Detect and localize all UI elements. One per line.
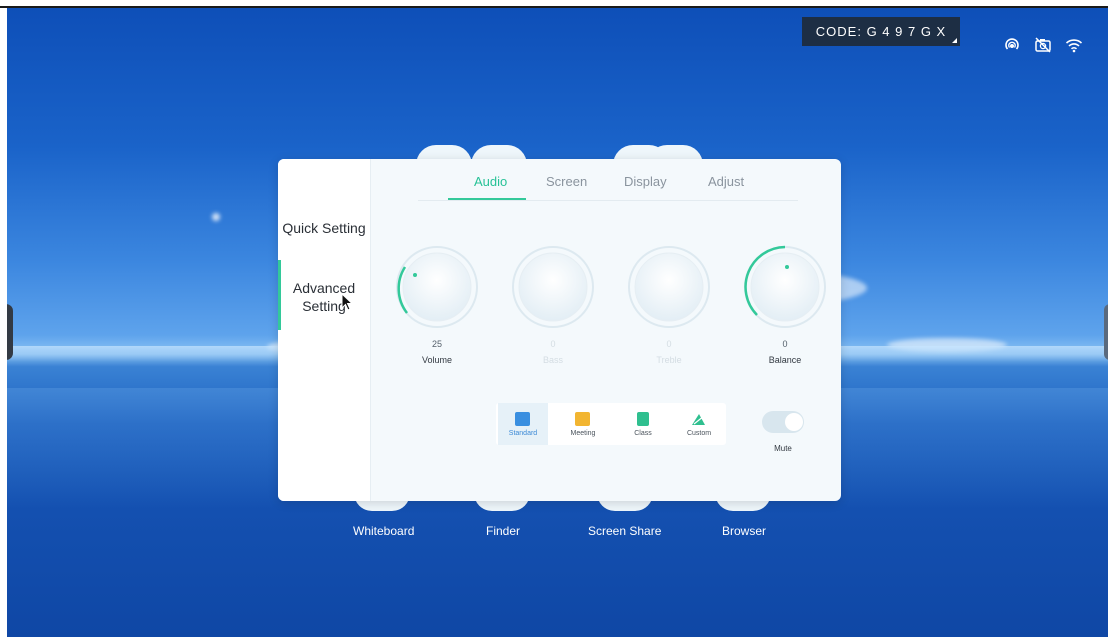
dock-item-label: Whiteboard: [353, 524, 415, 538]
treble-knob[interactable]: [627, 245, 711, 329]
sidebar-item-quick-setting[interactable]: Quick Setting: [278, 219, 370, 237]
mute-label: Mute: [774, 444, 792, 453]
volume-knob[interactable]: [395, 245, 479, 329]
settings-sidebar: Quick Setting Advanced Setting: [278, 159, 370, 501]
dock-item-browser[interactable]: Browser: [722, 524, 766, 538]
dock-item-label: Screen Share: [588, 524, 662, 538]
mode-label: Custom: [686, 430, 712, 437]
volume-label: Volume: [421, 355, 453, 365]
right-sidebar-handle[interactable]: [1104, 304, 1108, 360]
sidebar-item-label: Setting: [302, 298, 346, 314]
meeting-mode-icon: [575, 412, 590, 426]
mode-meeting[interactable]: Meeting: [558, 403, 608, 445]
mute-toggle[interactable]: [762, 411, 804, 433]
meeting-code-badge[interactable]: CODE: G 4 9 7 G X: [802, 17, 960, 46]
class-mode-icon: [637, 412, 649, 426]
mode-label: Meeting: [570, 430, 596, 437]
bass-value: 0: [550, 339, 556, 349]
sidebar-item-label: Quick Setting: [282, 220, 366, 236]
bass-knob[interactable]: [511, 245, 595, 329]
balance-label: Balance: [768, 355, 802, 365]
custom-mode-icon: [692, 414, 705, 425]
tab-display[interactable]: Display: [624, 174, 667, 189]
mode-class[interactable]: Class: [618, 403, 668, 445]
cloud: [212, 213, 220, 221]
left-sidebar-handle[interactable]: [7, 304, 13, 360]
hotspot-icon[interactable]: [1003, 36, 1021, 54]
standard-mode-icon: [515, 412, 530, 426]
treble-value: 0: [666, 339, 672, 349]
tab-adjust[interactable]: Adjust: [708, 174, 744, 189]
dock-item-label: Finder: [486, 524, 521, 538]
volume-value: 25: [431, 339, 442, 349]
bass-label: Bass: [542, 355, 563, 365]
tab-divider: [418, 200, 798, 201]
badge-corner-icon: [952, 38, 957, 43]
mode-label: Class: [634, 430, 652, 437]
desktop-background: CODE: G 4 9 7 G X Quick Setting Advanced…: [7, 8, 1108, 637]
mouse-cursor-icon: [341, 293, 353, 311]
toggle-knob: [785, 413, 803, 431]
balance-knob[interactable]: [743, 245, 827, 329]
sound-mode-selector: Standard Meeting Class Custom: [496, 403, 726, 445]
dock-item-label: Browser: [722, 524, 767, 538]
wifi-icon[interactable]: [1065, 36, 1083, 54]
meeting-code-text: CODE: G 4 9 7 G X: [815, 24, 947, 39]
dock-item-screen-share[interactable]: Screen Share: [588, 524, 661, 538]
mode-custom[interactable]: Custom: [674, 403, 724, 445]
balance-value: 0: [782, 339, 788, 349]
tab-active-underline: [448, 198, 526, 200]
tab-audio[interactable]: Audio: [474, 174, 507, 189]
mode-label: Standard: [508, 430, 538, 437]
sidebar-divider: [370, 159, 371, 501]
dock-item-whiteboard[interactable]: Whiteboard: [353, 524, 414, 538]
tab-screen[interactable]: Screen: [546, 174, 587, 189]
settings-panel: Quick Setting Advanced Setting Audio Scr…: [278, 159, 841, 501]
treble-label: Treble: [656, 355, 682, 365]
mode-standard[interactable]: Standard: [498, 403, 548, 445]
sidebar-item-advanced-setting[interactable]: Advanced Setting: [278, 279, 370, 315]
dock-item-finder[interactable]: Finder: [486, 524, 520, 538]
sidebar-item-label: Advanced: [292, 280, 356, 296]
camera-off-icon[interactable]: [1034, 36, 1052, 54]
